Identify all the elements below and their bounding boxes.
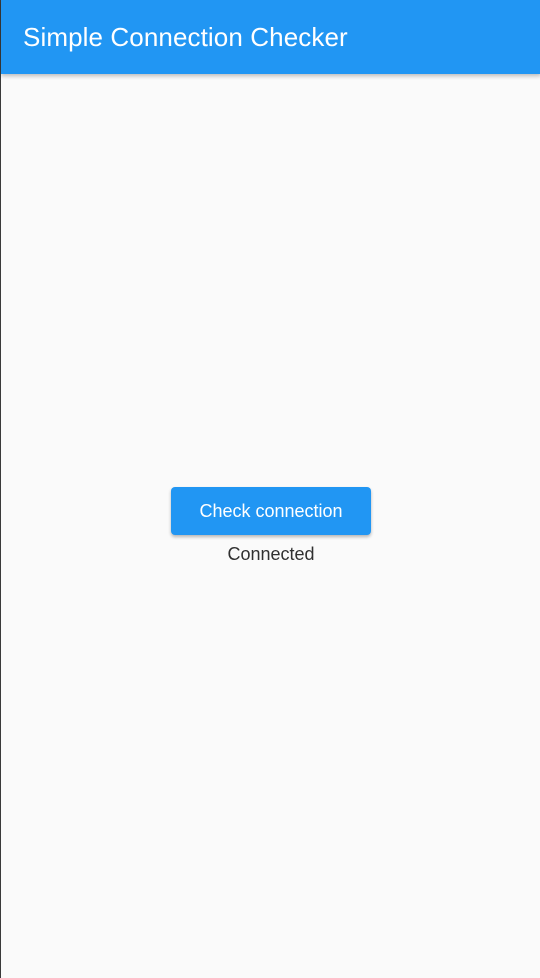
main-content: Check connection Connected [1, 74, 540, 978]
app-title: Simple Connection Checker [23, 21, 348, 52]
app-screen: Simple Connection Checker Check connecti… [0, 0, 540, 978]
app-bar: Simple Connection Checker [1, 0, 540, 74]
check-connection-button[interactable]: Check connection [171, 487, 371, 535]
connection-status-text: Connected [227, 544, 315, 564]
